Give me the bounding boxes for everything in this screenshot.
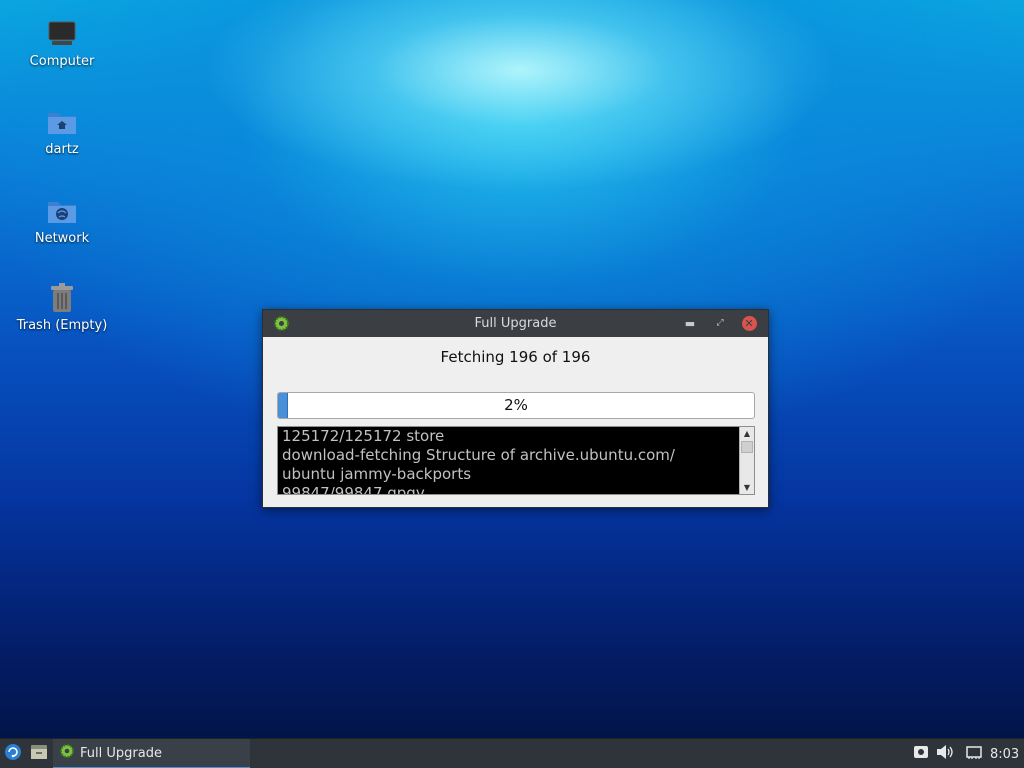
fetch-status-text: Fetching 196 of 196 [440,348,591,366]
network-wired-icon [966,745,982,764]
task-label: Full Upgrade [80,745,162,761]
log-line: download-fetching Structure of archive.u… [282,446,675,464]
desktop-icon-label: Trash (Empty) [16,318,108,333]
log-line: ubuntu jammy-backports [282,465,472,483]
gear-icon [59,743,75,763]
file-manager-icon [30,744,48,764]
computer-icon [47,19,77,49]
network-folder-icon [47,196,77,226]
output-log[interactable]: 125172/125172 store download-fetching St… [277,426,755,495]
progress-label: 2% [504,396,528,414]
desktop-icon-computer[interactable]: Computer [7,19,117,69]
scrollbar-thumb[interactable] [741,441,753,453]
log-lines: 125172/125172 store download-fetching St… [282,427,738,495]
clock[interactable]: 8:03 [990,739,1019,768]
home-folder-icon [47,107,77,137]
volume-tray-button[interactable] [936,739,954,768]
desktop-icon-network[interactable]: Network [7,196,117,246]
scroll-down-icon[interactable]: ▼ [740,481,754,494]
maximize-icon: ⤢ [716,318,724,328]
taskbar: Full Upgrade 8:03 [0,738,1024,768]
taskbar-task-full-upgrade[interactable]: Full Upgrade [53,739,250,768]
close-button[interactable]: ✕ [741,315,757,331]
screenshot-tray-button[interactable] [913,739,929,768]
file-manager-launcher[interactable] [30,739,48,768]
log-scrollbar[interactable]: ▲ ▼ [739,427,754,494]
desktop-icon-label: Network [34,231,90,246]
desktop-icon-label: Computer [29,54,95,69]
desktop-icon-trash[interactable]: Trash (Empty) [7,283,117,333]
menu-logo-icon [4,743,22,765]
maximize-button[interactable]: ⤢ [712,315,728,331]
trash-icon [47,283,77,313]
close-icon: ✕ [741,315,757,331]
progress-bar: 2% [277,392,755,419]
screenshot-icon [913,744,929,764]
log-line: 125172/125172 store [282,427,445,445]
minimize-icon: ▬ [684,316,696,330]
log-line: 99847/99847 gpgv [282,484,425,495]
scroll-up-icon[interactable]: ▲ [740,427,754,440]
upgrade-window: Full Upgrade ▬ ⤢ ✕ Fetching 196 of 196 2… [262,309,769,508]
minimize-button[interactable]: ▬ [682,315,698,331]
desktop-icon-home[interactable]: dartz [7,107,117,157]
network-tray-button[interactable] [966,739,982,768]
volume-icon [936,744,954,764]
gear-icon [273,315,290,336]
window-titlebar[interactable]: Full Upgrade ▬ ⤢ ✕ [263,310,768,337]
desktop-icon-label: dartz [45,142,79,157]
application-menu-button[interactable] [4,739,22,768]
